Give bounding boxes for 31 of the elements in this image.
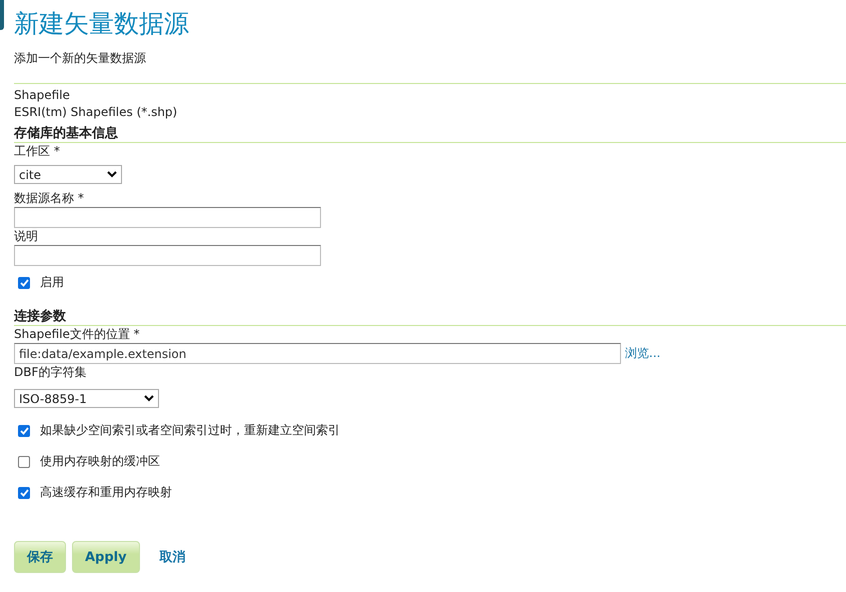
sidebar-edge <box>0 0 4 30</box>
checkbox-label: 使用内存映射的缓冲区 <box>40 453 160 470</box>
location-input[interactable]: file:data/example.extension <box>14 343 621 364</box>
field-label: 数据源名称 * <box>14 190 85 207</box>
apply-button[interactable]: Apply <box>72 541 140 573</box>
checkbox[interactable] <box>18 424 30 436</box>
field-label: Shapefile文件的位置 * <box>14 326 141 343</box>
page-subtitle: 添加一个新的矢量数据源 <box>14 50 147 67</box>
description-input[interactable] <box>14 245 321 266</box>
field-label: DBF的字符集 <box>14 364 88 381</box>
chevron-down-icon <box>144 395 154 402</box>
store-type-description: ESRI(tm) Shapefiles (*.shp) <box>14 104 178 121</box>
checkbox-label: 启用 <box>40 274 64 291</box>
field-label: 工作区 * <box>14 143 61 160</box>
store-type-name: Shapefile <box>14 87 71 104</box>
browse-link[interactable]: 浏览... <box>625 345 660 362</box>
checkbox[interactable] <box>18 456 30 468</box>
checkbox-label: 如果缺少空间索引或者空间索引过时，重新建立空间索引 <box>40 422 340 439</box>
cancel-link[interactable]: 取消 <box>160 548 186 566</box>
workspace-select[interactable]: cite <box>14 165 122 184</box>
checkbox-label: 高速缓存和重用内存映射 <box>40 484 172 501</box>
save-button[interactable]: 保存 <box>14 541 66 573</box>
section-heading: 连接参数 <box>14 309 67 325</box>
checkbox[interactable] <box>18 486 30 498</box>
checkbox[interactable] <box>18 276 30 288</box>
chevron-down-icon <box>107 171 117 178</box>
charset-select[interactable]: ISO-8859-1 <box>14 389 159 408</box>
field-label: 说明 <box>14 228 39 245</box>
page-title: 新建矢量数据源 <box>14 8 190 40</box>
section-heading: 存储库的基本信息 <box>14 126 119 142</box>
name-input[interactable] <box>14 207 321 228</box>
